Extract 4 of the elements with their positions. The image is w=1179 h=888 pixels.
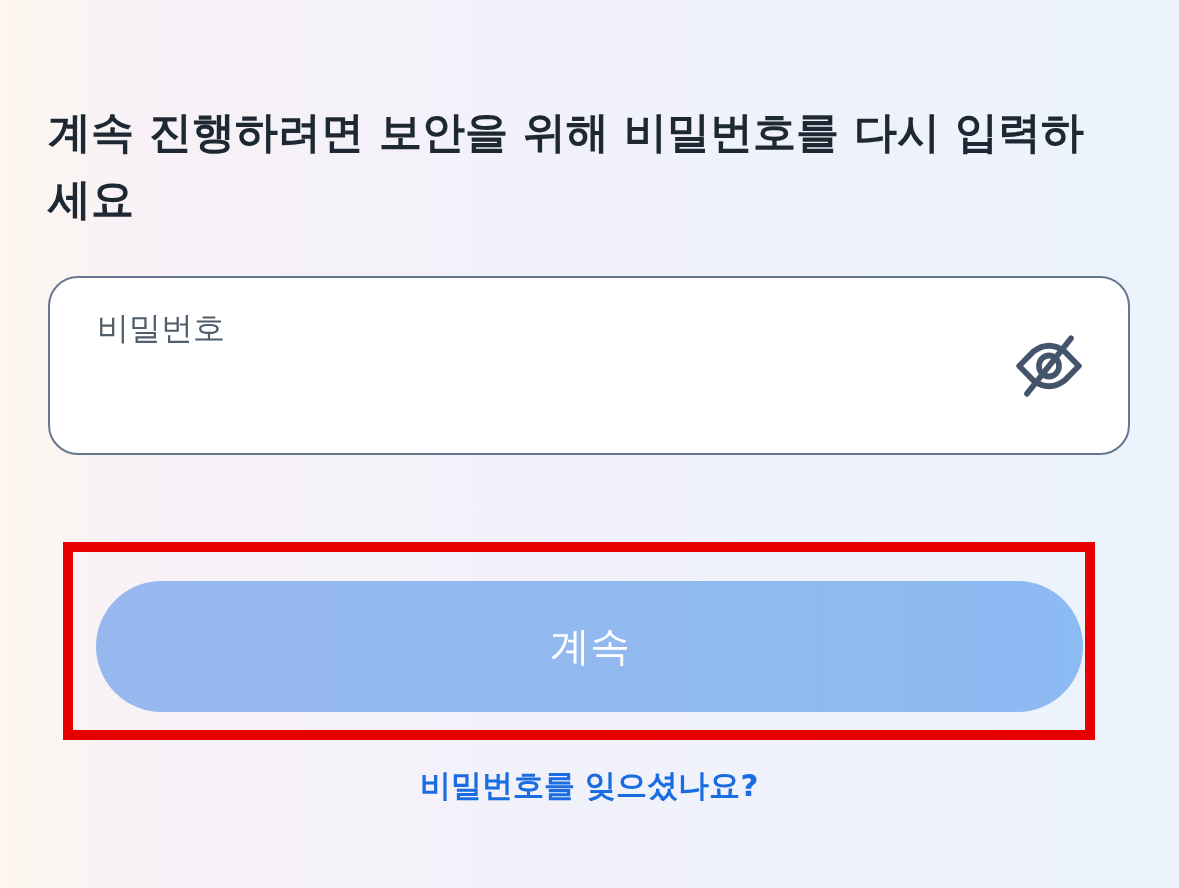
password-field[interactable]: 비밀번호: [48, 276, 1130, 455]
forgot-password-link[interactable]: 비밀번호를 잊으셨나요?: [419, 765, 759, 805]
eye-slash-icon[interactable]: [1016, 334, 1082, 397]
heading: 계속 진행하려면 보안을 위해 비밀번호를 다시 입력하세요: [48, 106, 1085, 226]
